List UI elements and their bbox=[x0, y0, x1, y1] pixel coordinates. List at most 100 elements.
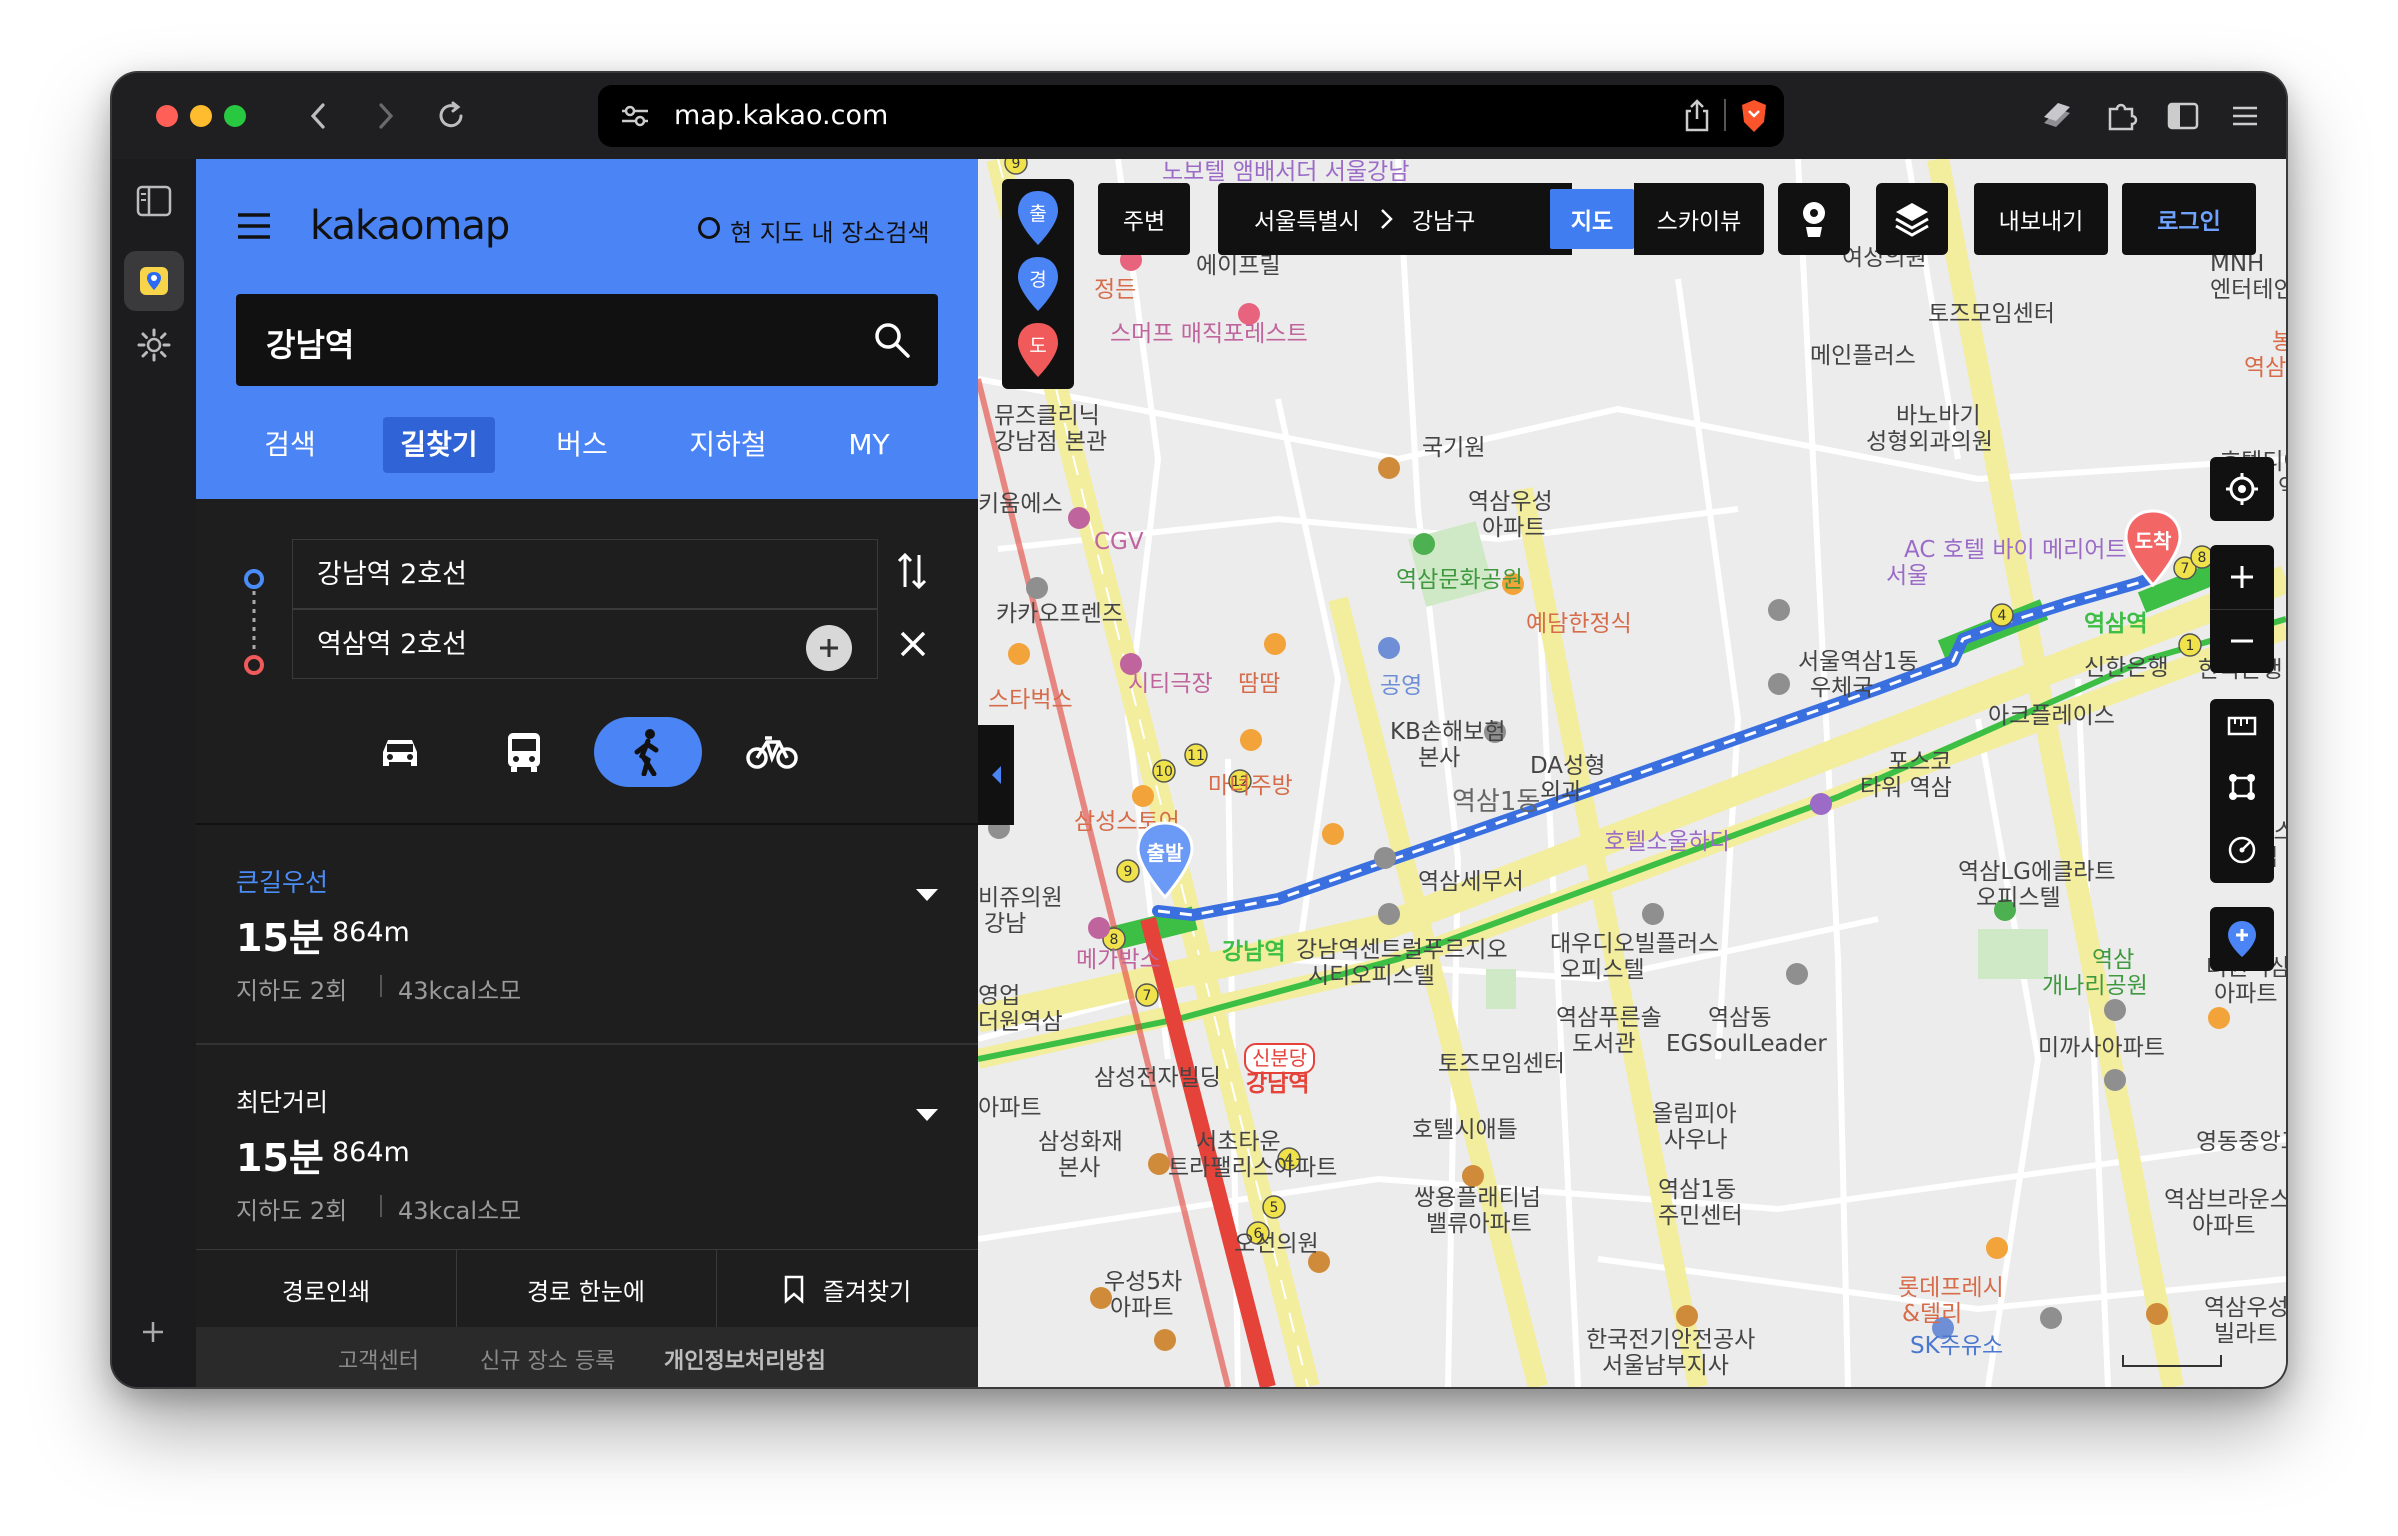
route-option-2[interactable]: 최단거리 15분 864m 지하도 2회 43kcal소모 bbox=[196, 1045, 978, 1249]
place-label[interactable]: 역삼 bbox=[2092, 947, 2134, 974]
place-label[interactable]: 삼성전자빌딩 bbox=[1094, 1065, 1221, 1092]
bike-mode-button[interactable] bbox=[718, 717, 826, 787]
place-label[interactable]: 역삼본점 bbox=[2244, 355, 2286, 382]
poi-icon[interactable] bbox=[2208, 1007, 2230, 1029]
poi-icon[interactable] bbox=[1148, 1153, 1170, 1175]
bus-mode-button[interactable] bbox=[470, 717, 578, 787]
add-waypoint-button[interactable] bbox=[806, 625, 852, 671]
place-label[interactable]: 키움에스 bbox=[978, 491, 1063, 518]
place-label[interactable]: 롯데프레시 bbox=[1898, 1275, 2004, 1302]
place-label[interactable]: 역삼우성 bbox=[1468, 489, 1553, 516]
settings-gear-icon[interactable] bbox=[136, 327, 172, 367]
poi-icon[interactable] bbox=[1413, 533, 1435, 555]
nearby-button[interactable]: 주변 bbox=[1098, 183, 1190, 255]
place-label[interactable]: 오피스텔 bbox=[1976, 885, 2061, 912]
place-label[interactable]: 우체국 bbox=[1810, 675, 1873, 702]
place-label[interactable]: DA성형 bbox=[1530, 753, 1605, 780]
place-label[interactable]: 강남 bbox=[984, 911, 1026, 938]
place-label[interactable]: 서울남부지사 bbox=[1602, 1353, 1729, 1380]
poi-icon[interactable] bbox=[1462, 1165, 1484, 1187]
place-label[interactable]: 미까사아파트 bbox=[2038, 1035, 2165, 1062]
poi-icon[interactable] bbox=[2104, 999, 2126, 1021]
start-marker[interactable]: 출발 bbox=[1134, 821, 1196, 905]
place-label[interactable]: 아파트 bbox=[1482, 515, 1545, 542]
place-label[interactable]: 에이프릴 bbox=[1196, 253, 1281, 280]
place-label[interactable]: 강남점 본관 bbox=[994, 429, 1107, 456]
area-search-label[interactable]: 현 지도 내 장소검색 bbox=[730, 213, 930, 248]
footer-link-register[interactable]: 신규 장소 등록 bbox=[480, 1343, 615, 1375]
extension-icon[interactable] bbox=[2036, 95, 2078, 137]
route-option-1[interactable]: 큰길우선 15분 864m 지하도 2회 43kcal소모 bbox=[196, 825, 978, 1043]
place-label[interactable]: 바노바기 bbox=[1896, 403, 1981, 430]
poi-icon[interactable] bbox=[1088, 917, 1110, 939]
place-label[interactable]: 한국전기안전공사 bbox=[1586, 1327, 1755, 1354]
place-label[interactable]: KB손해보험 bbox=[1390, 719, 1506, 746]
sidebar-panel-icon[interactable] bbox=[136, 185, 172, 221]
place-label[interactable]: 신한은행 bbox=[2084, 655, 2169, 682]
poi-icon[interactable] bbox=[1374, 847, 1396, 869]
place-label[interactable]: 역삼브라운스톤 bbox=[2164, 1187, 2286, 1214]
favorite-button[interactable]: 즐겨찾기 bbox=[716, 1249, 978, 1328]
place-label[interactable]: 아크플레이스 bbox=[1988, 703, 2115, 730]
radius-tool-button[interactable] bbox=[2226, 834, 2258, 870]
walk-mode-button[interactable] bbox=[594, 717, 702, 787]
poi-icon[interactable] bbox=[1642, 903, 1664, 925]
reload-icon[interactable] bbox=[430, 95, 472, 137]
map-view[interactable]: 9 10 11 9 12 8 7 4 5 6 4 7 8 1 노보텔 앰배서더 … bbox=[978, 159, 2286, 1387]
place-label[interactable]: 서울역삼1동 bbox=[1798, 649, 1918, 676]
my-location-button[interactable] bbox=[2210, 457, 2274, 521]
place-label[interactable]: 개나리공원 bbox=[2042, 973, 2148, 1000]
place-label[interactable]: 호텔시애틀 bbox=[1412, 1117, 1518, 1144]
search-icon[interactable] bbox=[872, 320, 912, 364]
place-label[interactable]: 도서관 bbox=[1572, 1031, 1635, 1058]
end-pin-button[interactable]: 도 bbox=[1014, 321, 1062, 383]
poi-icon[interactable] bbox=[1768, 673, 1790, 695]
place-label[interactable]: 마녀주방 bbox=[1208, 773, 1293, 800]
place-label[interactable]: 카카오프렌즈 bbox=[996, 601, 1123, 628]
tab-directions[interactable]: 길찾기 bbox=[383, 417, 495, 473]
place-label[interactable]: 쌍용플래티넘 bbox=[1414, 1185, 1541, 1212]
add-place-button[interactable] bbox=[2210, 907, 2274, 971]
place-label[interactable]: 호텔소울하다 bbox=[1604, 829, 1731, 856]
place-label[interactable]: EGSoulLeader bbox=[1666, 1031, 1827, 1058]
poi-icon[interactable] bbox=[1026, 577, 1048, 599]
place-label[interactable]: 포스코 bbox=[1888, 749, 1951, 776]
place-label[interactable]: 본사 bbox=[1058, 1155, 1100, 1182]
place-label[interactable]: 주민센터 bbox=[1658, 1203, 1743, 1230]
panel-collapse-button[interactable] bbox=[978, 725, 1014, 825]
puzzle-extensions-icon[interactable] bbox=[2100, 95, 2142, 137]
address-bar[interactable]: map.kakao.com bbox=[598, 85, 1784, 147]
place-label[interactable]: 아파트 bbox=[1110, 1295, 1173, 1322]
ruler-tool-button[interactable] bbox=[2226, 712, 2258, 744]
close-icon[interactable] bbox=[898, 629, 928, 663]
footer-link-privacy[interactable]: 개인정보처리방침 bbox=[664, 1343, 826, 1375]
maximize-window-button[interactable] bbox=[224, 105, 246, 127]
poi-icon[interactable] bbox=[2040, 1307, 2062, 1329]
poi-icon[interactable] bbox=[1986, 1237, 2008, 1259]
place-label[interactable]: 아파트 bbox=[2214, 981, 2277, 1008]
place-label[interactable]: 역삼푸른솔 bbox=[1556, 1005, 1662, 1032]
place-label[interactable]: 시티극장 bbox=[1128, 671, 1213, 698]
search-input[interactable]: 강남역 bbox=[236, 294, 938, 386]
place-label[interactable]: 역삼1동 bbox=[1452, 789, 1540, 816]
poi-icon[interactable] bbox=[1132, 785, 1154, 807]
breadcrumb-city[interactable]: 서울특별시 bbox=[1254, 202, 1360, 236]
place-label[interactable]: 메인플러스 bbox=[1810, 343, 1916, 370]
poi-icon[interactable] bbox=[1008, 643, 1030, 665]
place-label[interactable]: SK주유소 bbox=[1910, 1333, 2003, 1360]
poi-icon[interactable] bbox=[1378, 637, 1400, 659]
place-label[interactable]: 역삼동 bbox=[1708, 1005, 1771, 1032]
add-panel-icon[interactable] bbox=[138, 1317, 168, 1351]
tab-my[interactable]: MY bbox=[826, 417, 912, 473]
place-label[interactable]: 땀땀 bbox=[1238, 671, 1280, 698]
place-label[interactable]: 빌라트 bbox=[2214, 1321, 2277, 1348]
place-label[interactable]: 올림피아 bbox=[1652, 1101, 1737, 1128]
station-line-badge[interactable]: 신분당 bbox=[1244, 1043, 1316, 1074]
place-label[interactable]: 타워 역삼 bbox=[1860, 775, 1952, 802]
swap-route-icon[interactable] bbox=[896, 551, 928, 595]
login-button[interactable]: 로그인 bbox=[2122, 183, 2256, 255]
poi-icon[interactable] bbox=[1264, 633, 1286, 655]
chevron-down-icon[interactable] bbox=[914, 887, 940, 907]
place-label[interactable]: 역삼세무서 bbox=[1418, 869, 1524, 896]
share-icon[interactable] bbox=[1682, 99, 1712, 137]
